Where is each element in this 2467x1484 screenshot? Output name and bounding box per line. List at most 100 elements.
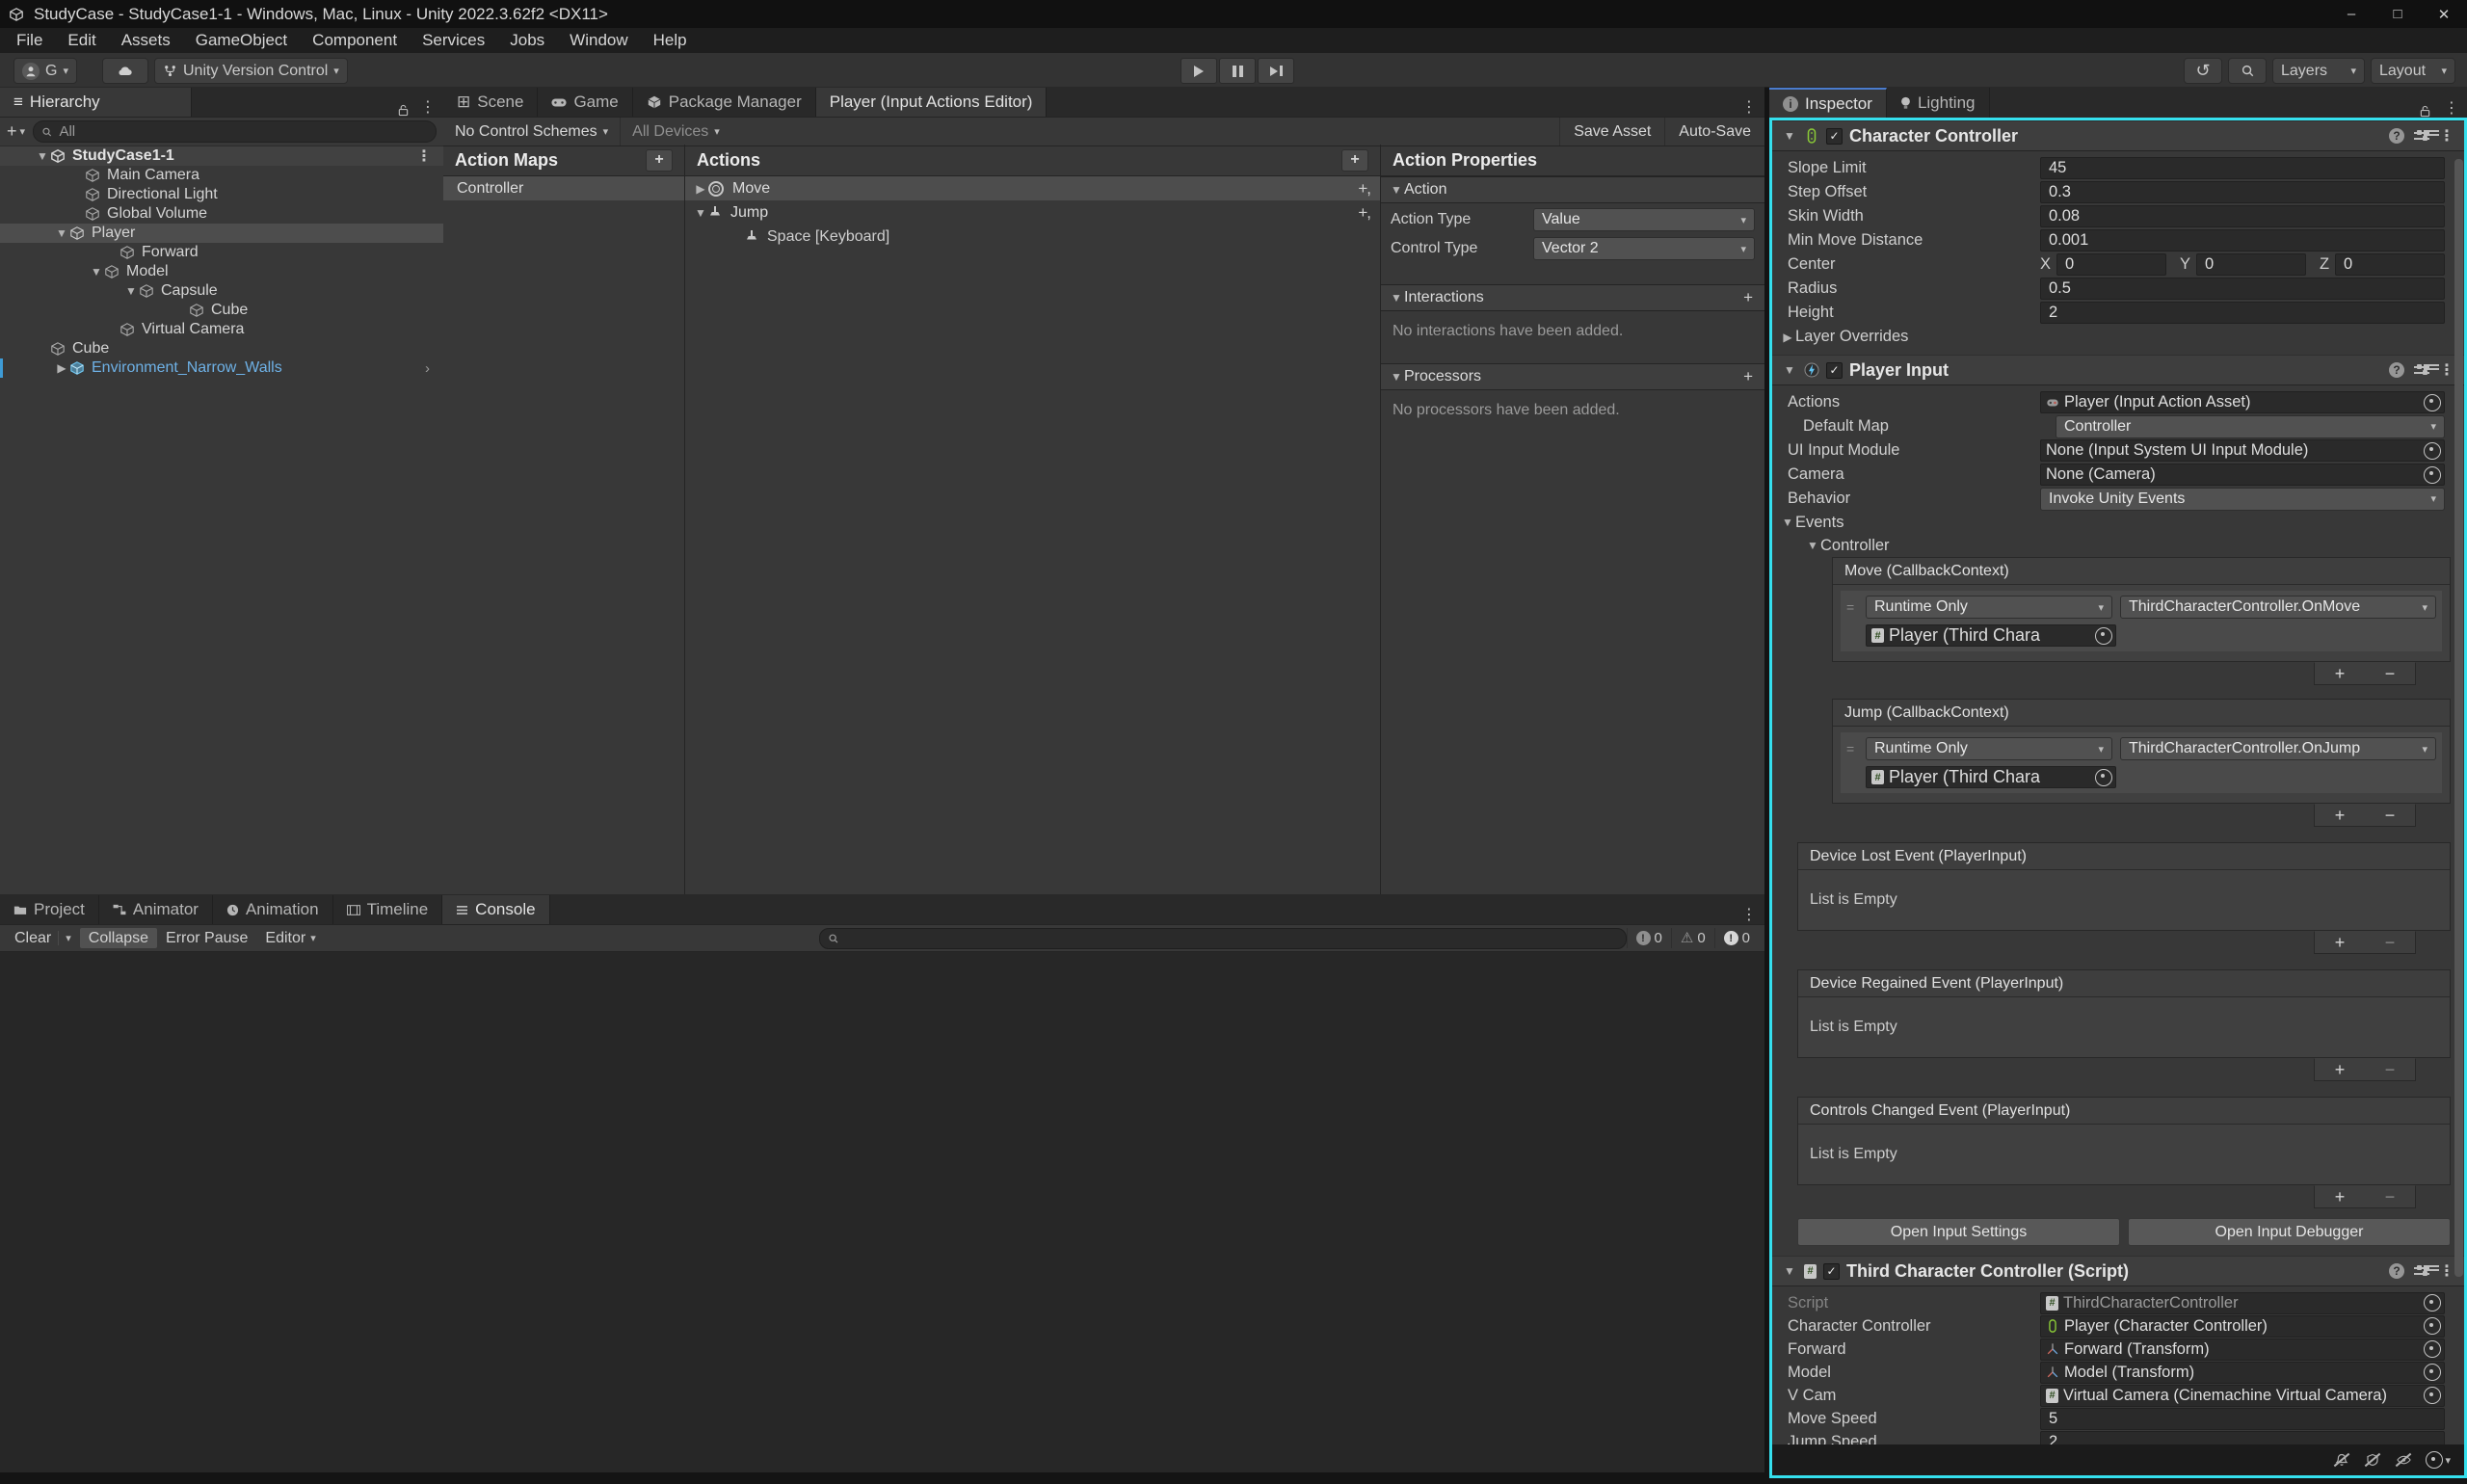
error-pause-toggle[interactable]: Error Pause xyxy=(157,928,256,948)
control-schemes-dropdown[interactable]: No Control Schemes ▾ xyxy=(443,118,621,146)
auto-save-toggle[interactable]: Auto-Save xyxy=(1664,118,1764,146)
action-map-row-controller[interactable]: Controller xyxy=(443,176,684,200)
object-picker-icon[interactable] xyxy=(2424,1364,2441,1381)
presets-icon[interactable] xyxy=(2414,1265,2429,1277)
default-map-dropdown[interactable]: Controller ▾ xyxy=(2056,415,2445,438)
tab-lighting[interactable]: Lighting xyxy=(1887,88,1990,118)
character-controller-ref-field[interactable]: Player (Character Controller) xyxy=(2040,1315,2445,1338)
center-y-field[interactable]: 0 xyxy=(2196,253,2306,276)
object-picker-icon[interactable] xyxy=(2095,769,2112,786)
minimize-button[interactable]: – xyxy=(2328,0,2374,28)
foldout-open-icon[interactable]: ▼ xyxy=(54,226,69,240)
account-dropdown[interactable]: G ▾ xyxy=(13,58,77,84)
presets-icon[interactable] xyxy=(2414,364,2429,376)
enabled-checkbox[interactable]: ✓ xyxy=(1826,128,1843,145)
object-picker-icon[interactable] xyxy=(2424,1294,2441,1312)
foldout-open-icon[interactable]: ▼ xyxy=(1782,1264,1797,1278)
tree-row-prefab[interactable]: ▶ Environment_Narrow_Walls › xyxy=(0,358,443,378)
foldout-closed-icon[interactable]: ▶ xyxy=(54,361,69,375)
close-button[interactable]: ✕ xyxy=(2421,0,2467,28)
layer-overrides-row[interactable]: ▶ Layer Overrides xyxy=(1772,325,2464,349)
foldout-open-icon[interactable]: ▼ xyxy=(1780,516,1795,529)
radius-field[interactable]: 0.5 xyxy=(2040,278,2445,300)
menu-edit[interactable]: Edit xyxy=(55,28,108,53)
prefab-open-chevron[interactable]: › xyxy=(425,360,443,377)
menu-window[interactable]: Window xyxy=(557,28,640,53)
character-controller-header[interactable]: ▼ ✓ Character Controller ? ⋮ xyxy=(1772,120,2464,151)
remove-event-button[interactable]: − xyxy=(2365,1186,2415,1207)
notifications-muted-icon[interactable] xyxy=(2333,1451,2350,1469)
add-binding-button[interactable]: +, xyxy=(1358,179,1380,199)
action-type-dropdown[interactable]: Value ▾ xyxy=(1533,208,1755,231)
search-button[interactable] xyxy=(2228,58,2267,84)
menu-file[interactable]: File xyxy=(4,28,55,53)
editor-dropdown[interactable]: Editor ▾ xyxy=(256,928,324,948)
console-menu-kebab[interactable]: ⋮ xyxy=(1734,905,1764,924)
add-event-button[interactable]: + xyxy=(2315,805,2365,826)
component-menu-kebab[interactable]: ⋮ xyxy=(2439,1261,2454,1281)
menu-help[interactable]: Help xyxy=(641,28,700,53)
undo-history-button[interactable]: ↺ xyxy=(2184,58,2222,84)
slope-limit-field[interactable]: 45 xyxy=(2040,157,2445,179)
collapse-toggle[interactable]: Collapse xyxy=(80,928,157,948)
lock-icon[interactable] xyxy=(2414,105,2436,118)
visibility-disabled-icon[interactable] xyxy=(2395,1451,2412,1469)
player-input-header[interactable]: ▼ ✓ Player Input ? ⋮ xyxy=(1772,355,2464,385)
event-target-field[interactable]: # Player (Third Chara xyxy=(1866,624,2116,647)
help-icon[interactable]: ? xyxy=(2389,362,2404,378)
event-target-field[interactable]: # Player (Third Chara xyxy=(1866,766,2116,788)
help-icon[interactable]: ? xyxy=(2389,1263,2404,1279)
event-mode-dropdown[interactable]: Runtime Only ▾ xyxy=(1866,596,2112,619)
center-menu-kebab[interactable]: ⋮ xyxy=(1734,97,1764,117)
foldout-open-icon[interactable]: ▼ xyxy=(35,149,50,163)
interactions-section-bar[interactable]: ▼ Interactions + xyxy=(1381,284,1764,311)
object-picker-icon[interactable] xyxy=(2424,466,2441,484)
foldout-open-icon[interactable]: ▼ xyxy=(1782,363,1797,377)
all-devices-dropdown[interactable]: All Devices ▾ xyxy=(621,118,731,146)
event-mode-dropdown[interactable]: Runtime Only ▾ xyxy=(1866,737,2112,760)
foldout-closed-icon[interactable]: ▶ xyxy=(1780,331,1795,344)
events-foldout[interactable]: ▼ Events xyxy=(1772,511,2464,534)
foldout-open-icon[interactable]: ▼ xyxy=(1782,129,1797,143)
hierarchy-search-input[interactable] xyxy=(57,122,428,141)
component-menu-kebab[interactable]: ⋮ xyxy=(2439,360,2454,380)
action-section-bar[interactable]: ▼ Action xyxy=(1381,176,1764,203)
layout-dropdown[interactable]: Layout ▾ xyxy=(2371,58,2455,84)
tree-row[interactable]: Global Volume xyxy=(0,204,443,224)
warning-count-badge[interactable]: ⚠ 0 xyxy=(1671,928,1714,948)
tree-row[interactable]: Main Camera xyxy=(0,166,443,185)
remove-event-button[interactable]: − xyxy=(2365,1059,2415,1080)
open-input-settings-button[interactable]: Open Input Settings xyxy=(1797,1218,2120,1246)
cloud-button[interactable] xyxy=(102,58,148,84)
ui-input-module-field[interactable]: None (Input System UI Input Module) xyxy=(2040,439,2445,462)
version-control-dropdown[interactable]: Unity Version Control ▾ xyxy=(154,58,348,84)
tab-timeline[interactable]: Timeline xyxy=(333,895,443,924)
gravity-field[interactable]: 10 xyxy=(2040,1477,2445,1479)
tree-row[interactable]: Virtual Camera xyxy=(0,320,443,339)
drag-handle-icon[interactable]: = xyxy=(1846,596,1858,647)
tab-package-manager[interactable]: Package Manager xyxy=(633,88,816,117)
add-event-button[interactable]: + xyxy=(2315,663,2365,684)
add-interaction-button[interactable]: + xyxy=(1743,288,1757,307)
add-processor-button[interactable]: + xyxy=(1743,367,1757,386)
scene-menu-kebab[interactable]: ⋮ xyxy=(409,146,443,166)
model-field[interactable]: Model (Transform) xyxy=(2040,1362,2445,1384)
add-action-button[interactable]: + xyxy=(1341,149,1368,172)
presets-icon[interactable] xyxy=(2414,130,2429,142)
behavior-dropdown[interactable]: Invoke Unity Events ▾ xyxy=(2040,488,2445,511)
add-event-button[interactable]: + xyxy=(2315,932,2365,953)
console-search-input[interactable] xyxy=(844,930,1617,947)
component-menu-kebab[interactable]: ⋮ xyxy=(2439,126,2454,146)
tree-row[interactable]: Cube xyxy=(0,339,443,358)
min-move-distance-field[interactable]: 0.001 xyxy=(2040,229,2445,252)
inspector-menu-kebab[interactable]: ⋮ xyxy=(2436,98,2467,118)
menu-jobs[interactable]: Jobs xyxy=(497,28,557,53)
open-input-debugger-button[interactable]: Open Input Debugger xyxy=(2128,1218,2451,1246)
center-z-field[interactable]: 0 xyxy=(2335,253,2445,276)
maximize-button[interactable]: □ xyxy=(2374,0,2421,28)
foldout-open-icon[interactable]: ▼ xyxy=(693,206,708,220)
layers-dropdown[interactable]: Layers ▾ xyxy=(2272,58,2365,84)
tab-animator[interactable]: Animator xyxy=(99,895,213,924)
center-x-field[interactable]: 0 xyxy=(2056,253,2166,276)
object-picker-icon[interactable] xyxy=(2424,1340,2441,1358)
